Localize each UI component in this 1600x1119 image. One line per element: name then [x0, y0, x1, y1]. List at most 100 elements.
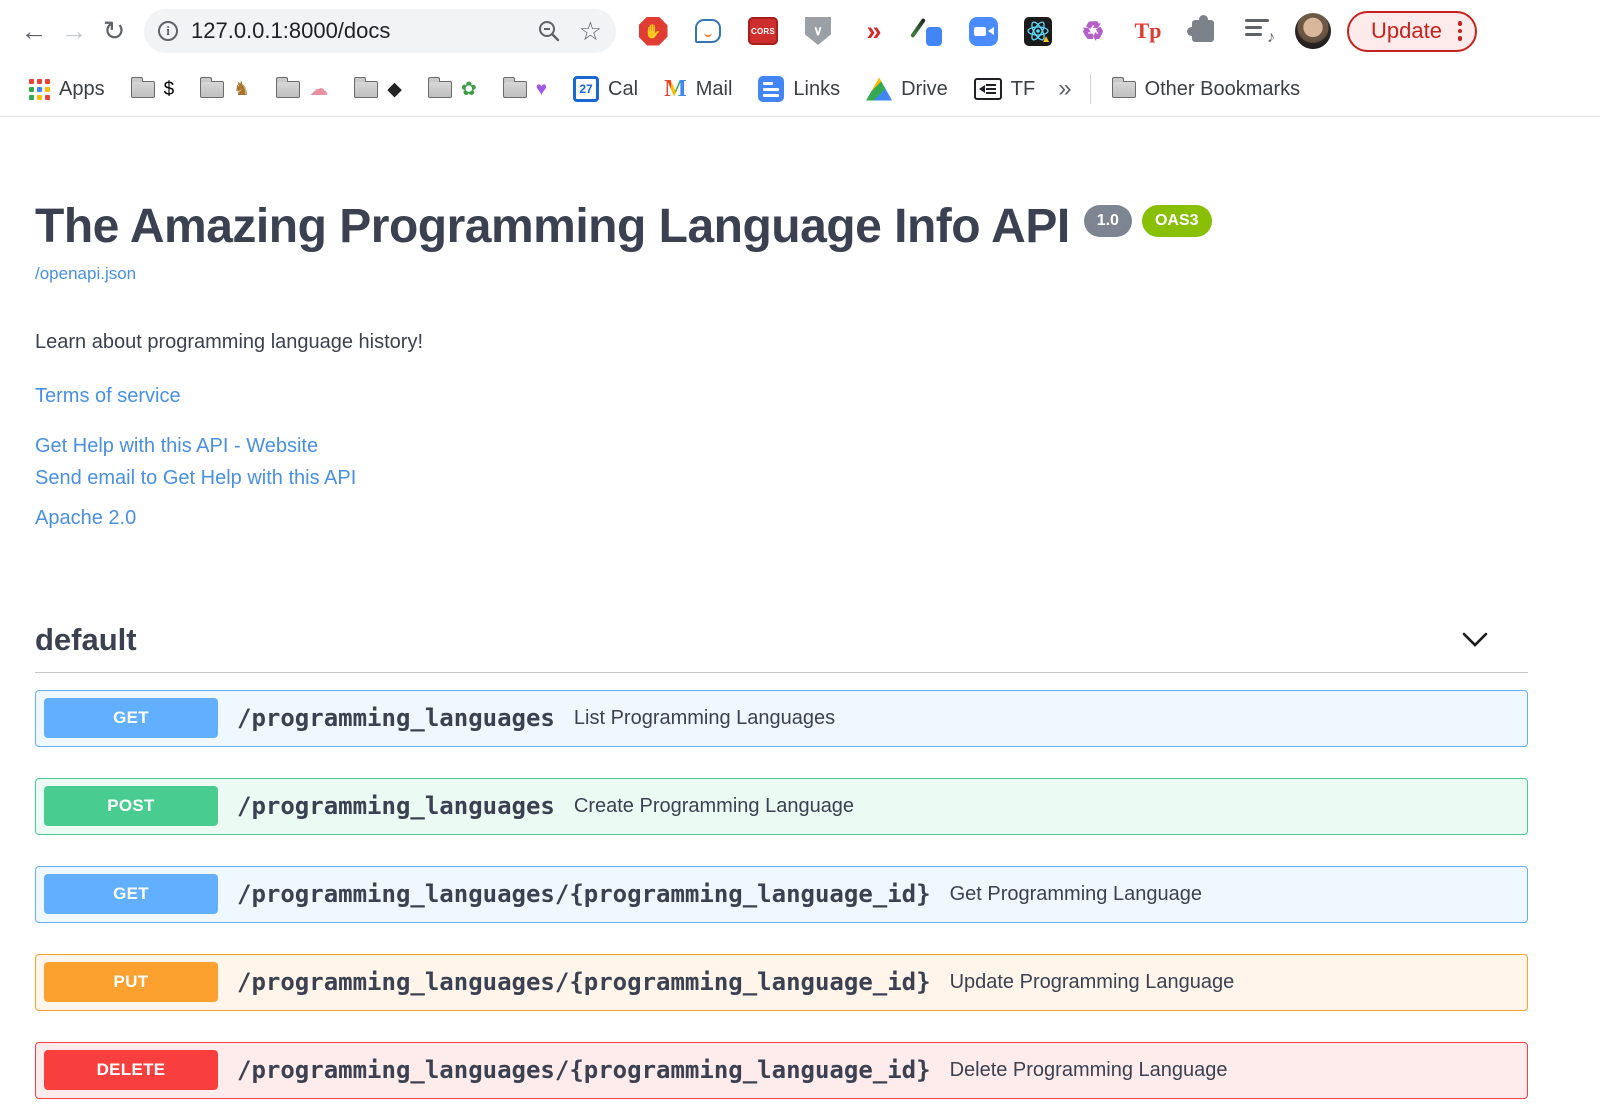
folder-icon — [502, 76, 527, 98]
media-controls-icon[interactable]: ♪ — [1243, 16, 1275, 46]
dailydev-extension-icon[interactable]: » — [858, 16, 888, 46]
bookmark-mail[interactable]: M Mail — [651, 71, 745, 107]
bookmarks-divider — [1089, 74, 1091, 104]
shield-extension-icon[interactable]: ∨ — [803, 16, 833, 46]
bookmark-folder-heart[interactable]: ♥ — [490, 71, 560, 107]
terms-of-service-link[interactable]: Terms of service — [35, 385, 1528, 408]
endpoint-post-create[interactable]: POST /programming_languages Create Progr… — [35, 777, 1528, 835]
method-badge: POST — [44, 786, 218, 827]
folder-icon — [1111, 76, 1136, 98]
endpoint-get-list[interactable]: GET /programming_languages List Programm… — [35, 689, 1528, 747]
endpoint-list: GET /programming_languages List Programm… — [35, 689, 1528, 1099]
folder-icon — [130, 76, 155, 98]
bookmark-apps[interactable]: Apps — [16, 71, 118, 107]
browser-toolbar: ← → ↻ i 127.0.0.1:8000/docs ☆ ✋ CORS ∨ » — [0, 0, 1600, 62]
license-link[interactable]: Apache 2.0 — [35, 507, 1528, 530]
tp-extension-icon[interactable]: Tp — [1133, 16, 1163, 46]
forward-button[interactable]: → — [54, 11, 94, 51]
atom-icon: ▲ — [1024, 16, 1052, 46]
puzzle-icon — [1187, 15, 1214, 42]
video-camera-icon — [968, 16, 998, 46]
chrome-update-button[interactable]: Update — [1347, 10, 1478, 52]
zoom-extension-icon[interactable] — [968, 16, 998, 46]
profile-avatar[interactable] — [1295, 13, 1331, 49]
back-button[interactable]: ← — [14, 11, 54, 51]
music-note-icon: ♪ — [1267, 29, 1275, 46]
bookmark-folder-herb[interactable]: ✿ — [415, 71, 490, 107]
bookmark-folder-dollar[interactable]: $ — [118, 71, 188, 107]
speaker-card-icon — [973, 78, 1002, 100]
site-info-icon[interactable]: i — [158, 21, 178, 41]
back-icon: ← — [20, 15, 48, 46]
endpoint-summary: Delete Programming Language — [949, 1058, 1228, 1081]
bookmark-calendar[interactable]: 27 Cal — [560, 71, 651, 107]
chevron-down-icon[interactable] — [1462, 632, 1488, 648]
page-title: The Amazing Programming Language Info AP… — [35, 200, 1070, 253]
reload-button[interactable]: ↻ — [94, 11, 134, 51]
method-badge: GET — [44, 874, 218, 915]
double-chevron-icon: » — [866, 15, 881, 46]
url-text[interactable]: 127.0.0.1:8000/docs — [191, 18, 390, 44]
endpoint-path: /programming_languages/{programming_lang… — [237, 968, 931, 997]
zoom-out-icon[interactable] — [537, 19, 561, 43]
folder-icon — [276, 76, 301, 98]
reload-icon: ↻ — [102, 15, 126, 46]
gmail-icon: M — [664, 76, 687, 102]
openapi-json-link[interactable]: /openapi.json — [35, 264, 136, 284]
kebab-menu-icon[interactable] — [1457, 21, 1463, 41]
recycle-extension-icon[interactable]: ♻ — [1078, 16, 1108, 46]
other-bookmarks[interactable]: Other Bookmarks — [1099, 71, 1314, 107]
folder-icon — [427, 76, 452, 98]
drive-icon — [866, 77, 893, 101]
endpoint-summary: Get Programming Language — [949, 882, 1202, 905]
endpoint-get-one[interactable]: GET /programming_languages/{programming_… — [35, 865, 1528, 923]
bookmark-folder-horse[interactable]: ♞ — [187, 71, 263, 107]
endpoint-path: /programming_languages/{programming_lang… — [237, 1056, 931, 1085]
method-badge: PUT — [44, 962, 218, 1003]
bookmarks-bar: Apps $ ♞ ☁ ◆ ✿ ♥ 27 Cal M Mail Links Dri… — [0, 62, 1600, 117]
warning-icon: ▲ — [1041, 33, 1051, 45]
endpoint-put-update[interactable]: PUT /programming_languages/{programming_… — [35, 953, 1528, 1011]
method-badge: DELETE — [44, 1050, 218, 1091]
playlist-icon: ♪ — [1245, 19, 1275, 46]
endpoint-path: /programming_languages/{programming_lang… — [237, 880, 931, 909]
bookmark-folder-gradcap[interactable]: ◆ — [341, 71, 415, 107]
adblock-extension-icon[interactable]: ✋ — [638, 16, 668, 46]
endpoint-summary: Update Programming Language — [949, 970, 1235, 993]
endpoint-summary: Create Programming Language — [573, 794, 855, 817]
colorpicker-extension-icon[interactable] — [910, 16, 943, 46]
swagger-docs-page: The Amazing Programming Language Info AP… — [0, 117, 1528, 1099]
folder-icon — [354, 76, 379, 98]
recycle-icon: ♻ — [1081, 16, 1105, 46]
chat-bubble-extension-icon[interactable] — [693, 16, 723, 46]
send-email-link[interactable]: Send email to Get Help with this API — [35, 467, 1528, 490]
endpoint-summary: List Programming Languages — [573, 706, 836, 729]
apps-grid-icon — [29, 78, 50, 100]
extensions-row: ✋ CORS ∨ » ▲ ♻ Tp ♪ — [638, 15, 1275, 46]
section-default-header[interactable]: default — [35, 622, 1528, 658]
endpoint-path: /programming_languages — [237, 704, 555, 733]
bookmark-drive[interactable]: Drive — [853, 71, 961, 107]
method-badge: GET — [44, 698, 218, 739]
section-title: default — [35, 621, 137, 657]
bookmark-folder-brain[interactable]: ☁ — [263, 71, 341, 107]
forward-icon: → — [60, 15, 88, 46]
speech-bubble-icon — [695, 19, 721, 43]
stop-hand-icon: ✋ — [638, 16, 668, 46]
shield-icon: ∨ — [805, 17, 831, 45]
bookmark-tf[interactable]: TF — [961, 71, 1048, 107]
get-help-website-link[interactable]: Get Help with this API - Website — [35, 435, 1528, 458]
version-badge: 1.0 — [1083, 205, 1132, 237]
cors-extension-icon[interactable]: CORS — [748, 16, 778, 46]
extensions-puzzle-icon[interactable] — [1187, 15, 1218, 46]
address-bar[interactable]: i 127.0.0.1:8000/docs ☆ — [144, 9, 616, 53]
eyedropper-icon — [910, 16, 943, 46]
api-description: Learn about programming language history… — [35, 330, 424, 353]
bookmark-links[interactable]: Links — [745, 71, 853, 107]
react-devtools-extension-icon[interactable]: ▲ — [1023, 16, 1053, 46]
bookmarks-overflow-button[interactable]: » — [1048, 75, 1081, 103]
folder-icon — [200, 76, 225, 98]
calendar-icon: 27 — [573, 76, 600, 102]
endpoint-delete[interactable]: DELETE /programming_languages/{programmi… — [35, 1041, 1528, 1099]
bookmark-star-icon[interactable]: ☆ — [579, 18, 602, 44]
